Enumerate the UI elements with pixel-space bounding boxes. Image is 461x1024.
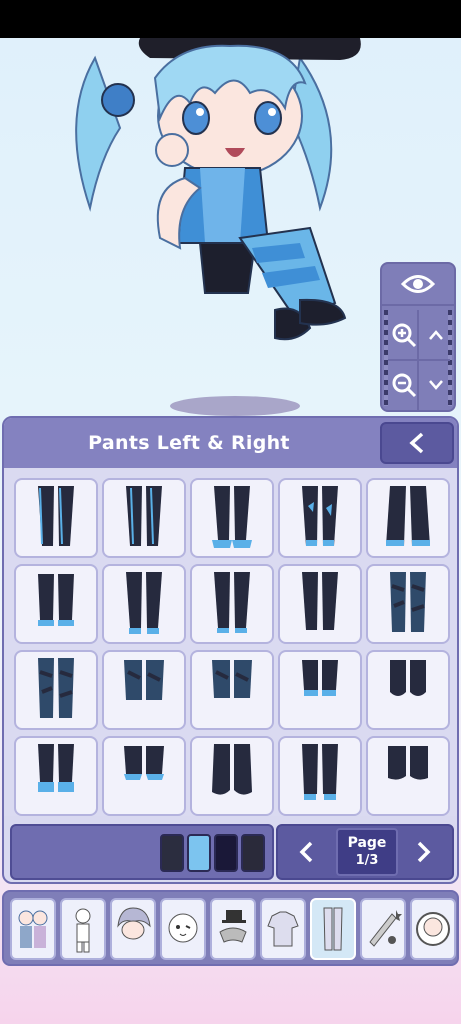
panel-title: Pants Left & Right xyxy=(88,432,290,454)
pants-thumbnail xyxy=(38,486,74,546)
pants-thumbnail xyxy=(390,572,426,632)
pants-item[interactable] xyxy=(102,650,186,730)
chevron-right-icon xyxy=(417,841,431,863)
color-swatch[interactable] xyxy=(187,834,211,872)
pants-item[interactable] xyxy=(102,564,186,644)
chevron-down-icon[interactable] xyxy=(418,360,454,410)
category-hair[interactable] xyxy=(110,898,156,960)
pants-thumbnail xyxy=(38,658,74,718)
panel-header: Pants Left & Right xyxy=(4,418,457,468)
category-bottom[interactable] xyxy=(310,898,356,960)
prev-page-button[interactable] xyxy=(278,826,334,878)
color-swatch[interactable] xyxy=(241,834,265,872)
category-profile[interactable] xyxy=(410,898,456,960)
item-selector-panel: Pants Left & Right Page 1/3 xyxy=(2,416,459,884)
page-value: 1/3 xyxy=(355,853,379,868)
preset-icon xyxy=(18,910,48,948)
page-label: Page xyxy=(347,835,387,851)
category-bar xyxy=(2,890,459,966)
chevron-left-icon xyxy=(409,432,424,454)
face-icon xyxy=(168,913,198,943)
category-accessory[interactable] xyxy=(210,898,256,960)
category-top[interactable] xyxy=(260,898,306,960)
pants-item[interactable] xyxy=(190,478,274,558)
pants-thumbnail xyxy=(302,744,338,800)
view-controls xyxy=(380,262,456,412)
pants-thumbnail xyxy=(126,486,162,546)
page-indicator: Page 1/3 xyxy=(336,828,398,876)
pants-item[interactable] xyxy=(14,478,98,558)
top-icon xyxy=(267,911,299,947)
zoom-in-icon[interactable] xyxy=(386,310,422,360)
pants-item[interactable] xyxy=(366,650,450,730)
chevron-up-icon[interactable] xyxy=(418,310,454,360)
item-grid xyxy=(4,470,457,816)
chevron-left-icon xyxy=(299,841,313,863)
pants-thumbnail xyxy=(302,660,338,696)
pants-thumbnail xyxy=(302,572,338,630)
pants-item[interactable] xyxy=(278,478,362,558)
category-body[interactable] xyxy=(60,898,106,960)
pants-item[interactable] xyxy=(278,650,362,730)
color-swatch[interactable] xyxy=(160,834,184,872)
pants-thumbnail xyxy=(388,746,428,780)
pants-thumbnail xyxy=(386,486,430,546)
color-swatch-bar xyxy=(10,824,274,880)
pants-item[interactable] xyxy=(366,564,450,644)
pants-item[interactable] xyxy=(190,650,274,730)
pants-item[interactable] xyxy=(102,478,186,558)
pants-item[interactable] xyxy=(190,736,274,816)
category-items[interactable] xyxy=(360,898,406,960)
pants-item[interactable] xyxy=(190,564,274,644)
status-bar xyxy=(0,0,461,38)
hair-icon xyxy=(117,907,151,940)
color-swatch[interactable] xyxy=(214,834,238,872)
pants-thumbnail xyxy=(124,746,164,780)
pants-item[interactable] xyxy=(278,736,362,816)
pants-thumbnail xyxy=(38,574,74,626)
next-page-button[interactable] xyxy=(396,826,452,878)
pants-item[interactable] xyxy=(14,736,98,816)
pants-thumbnail xyxy=(38,744,74,792)
pants-item[interactable] xyxy=(366,736,450,816)
pants-item[interactable] xyxy=(14,650,98,730)
pants-thumbnail xyxy=(214,572,250,633)
pants-thumbnail xyxy=(212,744,252,795)
body-icon xyxy=(75,908,91,953)
bottom-icon xyxy=(323,907,343,951)
pants-thumbnail xyxy=(212,660,252,698)
pants-thumbnail xyxy=(212,486,252,548)
character-shadow xyxy=(170,396,300,416)
pager: Page 1/3 xyxy=(276,824,454,880)
category-preset[interactable] xyxy=(10,898,56,960)
pants-thumbnail xyxy=(124,660,164,700)
profile-icon xyxy=(416,912,450,946)
accessory-icon xyxy=(219,910,247,943)
pants-item[interactable] xyxy=(102,736,186,816)
pants-thumbnail xyxy=(302,486,338,546)
category-face[interactable] xyxy=(160,898,206,960)
items-icon xyxy=(369,910,402,947)
zoom-out-icon[interactable] xyxy=(386,360,422,410)
pants-item[interactable] xyxy=(366,478,450,558)
eye-icon[interactable] xyxy=(382,264,454,306)
pants-item[interactable] xyxy=(14,564,98,644)
pants-thumbnail xyxy=(126,572,162,634)
pants-item[interactable] xyxy=(278,564,362,644)
back-button[interactable] xyxy=(380,422,454,464)
pants-thumbnail xyxy=(390,660,426,696)
